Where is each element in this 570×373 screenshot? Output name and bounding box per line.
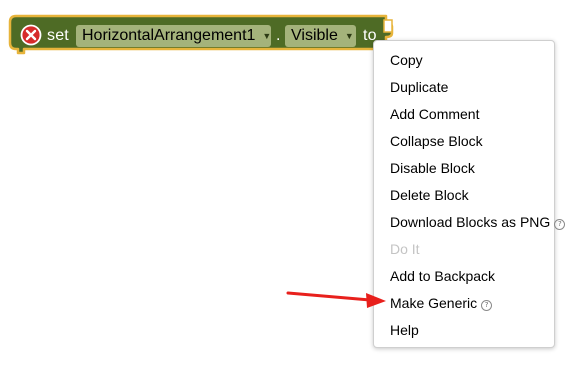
blocks-workspace[interactable]: set HorizontalArrangement1 ▼ . Visible ▼… (0, 0, 570, 373)
set-keyword: set (47, 27, 69, 44)
menu-item-copy[interactable]: Copy (390, 50, 423, 70)
error-x-icon[interactable] (20, 24, 42, 46)
component-dropdown-value: HorizontalArrangement1 (82, 27, 256, 44)
menu-item-disable-block[interactable]: Disable Block (390, 158, 475, 178)
menu-item-download-png[interactable]: Download Blocks as PNG? (390, 212, 566, 232)
menu-item-label: Collapse Block (390, 133, 483, 149)
menu-item-duplicate[interactable]: Duplicate (390, 77, 448, 97)
menu-item-label: Add to Backpack (390, 268, 496, 284)
menu-item-add-comment[interactable]: Add Comment (390, 104, 479, 124)
property-dropdown-value: Visible (291, 27, 338, 44)
menu-item-label: Make Generic (390, 295, 478, 311)
menu-item-label: Do It (390, 241, 420, 257)
menu-item-label: Add Comment (390, 106, 480, 122)
menu-item-help[interactable]: Help (390, 320, 419, 340)
menu-item-label: Disable Block (390, 160, 475, 176)
value-socket (383, 19, 393, 33)
chevron-down-icon: ▼ (344, 31, 354, 41)
menu-item-delete-block[interactable]: Delete Block (390, 185, 469, 205)
dot-separator: . (276, 27, 281, 44)
menu-item-do-it: Do It (390, 239, 420, 259)
help-icon[interactable]: ? (481, 300, 493, 311)
menu-item-label: Download Blocks as PNG (390, 214, 551, 230)
menu-item-label: Duplicate (390, 79, 449, 95)
menu-item-label: Delete Block (390, 187, 469, 203)
menu-item-collapse-block[interactable]: Collapse Block (390, 131, 483, 151)
component-dropdown[interactable]: HorizontalArrangement1 ▼ (76, 25, 271, 47)
menu-item-label: Help (390, 322, 419, 338)
chevron-down-icon: ▼ (262, 31, 272, 41)
menu-item-make-generic[interactable]: Make Generic? (390, 293, 493, 313)
help-icon[interactable]: ? (554, 219, 566, 230)
menu-item-add-to-backpack[interactable]: Add to Backpack (390, 266, 495, 286)
property-dropdown[interactable]: Visible ▼ (285, 25, 356, 47)
menu-item-label: Copy (390, 52, 423, 68)
block-context-menu: Copy Duplicate Add Comment Collapse Bloc… (373, 40, 566, 348)
